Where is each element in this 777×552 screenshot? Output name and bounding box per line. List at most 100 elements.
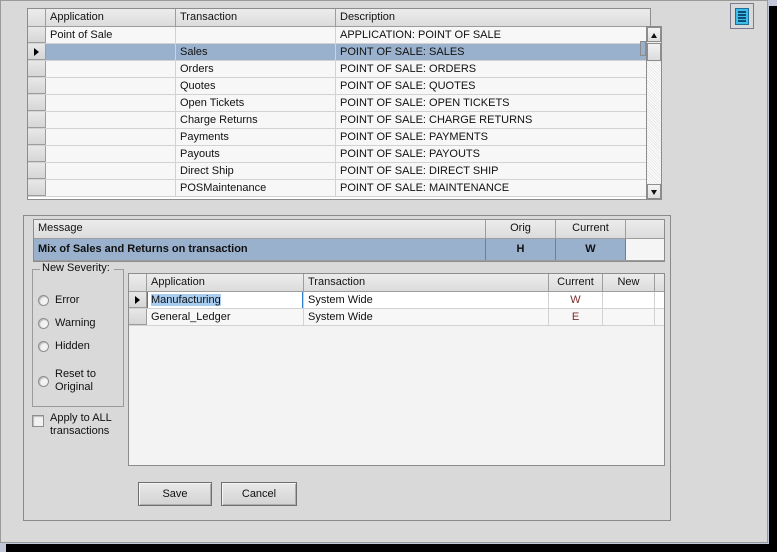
cell-application[interactable] xyxy=(46,61,176,77)
cell-application[interactable] xyxy=(46,78,176,94)
cell-transaction[interactable]: Payouts xyxy=(176,146,336,162)
cell-filler xyxy=(655,309,664,325)
cell-description[interactable]: POINT OF SALE: OPEN TICKETS xyxy=(336,95,650,111)
column-header-orig[interactable]: Orig xyxy=(486,220,556,238)
window-shadow-bottom xyxy=(6,544,777,552)
cell-description[interactable]: POINT OF SALE: CHARGE RETURNS xyxy=(336,112,650,128)
row-selector[interactable] xyxy=(129,309,147,325)
list-menu-button[interactable] xyxy=(730,3,754,29)
cell-current[interactable]: W xyxy=(549,292,603,308)
application-window: Application Transaction Description Poin… xyxy=(0,0,768,543)
cell-description[interactable]: POINT OF SALE: QUOTES xyxy=(336,78,650,94)
cell-application[interactable] xyxy=(46,112,176,128)
cell-description[interactable]: POINT OF SALE: DIRECT SHIP xyxy=(336,163,650,179)
cell-transaction[interactable]: Direct Ship xyxy=(176,163,336,179)
cell-application[interactable]: Point of Sale xyxy=(46,27,176,43)
cell-description[interactable]: POINT OF SALE: PAYMENTS xyxy=(336,129,650,145)
row-selector[interactable] xyxy=(129,292,147,308)
table-row[interactable]: Point of Sale APPLICATION: POINT OF SALE xyxy=(28,27,650,44)
row-selector[interactable] xyxy=(28,129,46,145)
cell-current[interactable]: W xyxy=(556,239,626,260)
column-header-description[interactable]: Description xyxy=(336,9,650,26)
cell-description[interactable]: APPLICATION: POINT OF SALE xyxy=(336,27,650,43)
cell-transaction[interactable]: System Wide xyxy=(304,292,549,308)
cell-transaction[interactable]: Charge Returns xyxy=(176,112,336,128)
table-row[interactable]: Sales POINT OF SALE: SALES xyxy=(28,44,650,61)
row-selector[interactable] xyxy=(28,95,46,111)
table-row[interactable]: Direct Ship POINT OF SALE: DIRECT SHIP xyxy=(28,163,650,180)
table-row[interactable]: Payments POINT OF SALE: PAYMENTS xyxy=(28,129,650,146)
table-row[interactable]: Payouts POINT OF SALE: PAYOUTS xyxy=(28,146,650,163)
scrollbar-track[interactable] xyxy=(647,62,661,184)
cell-transaction[interactable]: Sales xyxy=(176,44,336,60)
cell-description[interactable]: POINT OF SALE: PAYOUTS xyxy=(336,146,650,162)
cell-application[interactable] xyxy=(46,129,176,145)
row-selector-header xyxy=(129,274,147,291)
top-grid-scrollbar[interactable] xyxy=(646,26,662,200)
cell-message[interactable]: Mix of Sales and Returns on transaction xyxy=(34,239,486,260)
radio-severity-error[interactable]: Error xyxy=(38,294,79,307)
table-row[interactable]: Manufacturing System Wide W xyxy=(129,292,664,309)
cell-transaction[interactable]: System Wide xyxy=(304,309,549,325)
scrollbar-thumb[interactable] xyxy=(647,43,661,61)
application-transaction-grid[interactable]: Application Transaction Description Poin… xyxy=(27,8,651,200)
table-row[interactable]: Open Tickets POINT OF SALE: OPEN TICKETS xyxy=(28,95,650,112)
message-grid[interactable]: Message Orig Current Mix of Sales and Re… xyxy=(33,219,665,262)
table-row[interactable]: Charge Returns POINT OF SALE: CHARGE RET… xyxy=(28,112,650,129)
column-header-transaction[interactable]: Transaction xyxy=(176,9,336,26)
row-selector[interactable] xyxy=(28,163,46,179)
table-row[interactable]: Quotes POINT OF SALE: QUOTES xyxy=(28,78,650,95)
cell-application[interactable] xyxy=(46,180,176,196)
cell-application[interactable] xyxy=(46,44,176,60)
cell-transaction[interactable]: Orders xyxy=(176,61,336,77)
row-selector[interactable] xyxy=(28,180,46,196)
column-header-application[interactable]: Application xyxy=(147,274,304,291)
cell-transaction[interactable]: POSMaintenance xyxy=(176,180,336,196)
cell-transaction[interactable]: Payments xyxy=(176,129,336,145)
cell-description[interactable]: POINT OF SALE: SALES xyxy=(336,44,650,60)
cell-new[interactable] xyxy=(603,292,655,308)
radio-severity-warning[interactable]: Warning xyxy=(38,317,96,330)
row-selector[interactable] xyxy=(28,27,46,43)
new-severity-legend: New Severity: xyxy=(40,262,114,274)
scroll-down-button[interactable] xyxy=(647,184,661,199)
row-selector[interactable] xyxy=(28,44,46,60)
table-row[interactable]: POSMaintenance POINT OF SALE: MAINTENANC… xyxy=(28,180,650,197)
table-row[interactable]: Orders POINT OF SALE: ORDERS xyxy=(28,61,650,78)
radio-severity-hidden[interactable]: Hidden xyxy=(38,340,90,353)
cell-new[interactable] xyxy=(603,309,655,325)
message-grid-header: Message Orig Current xyxy=(34,220,664,239)
column-header-current[interactable]: Current xyxy=(549,274,603,291)
row-selector[interactable] xyxy=(28,146,46,162)
cell-application[interactable]: General_Ledger xyxy=(147,309,304,325)
radio-severity-reset-to-original[interactable]: Reset to Original xyxy=(38,368,107,394)
row-selector[interactable] xyxy=(28,112,46,128)
scroll-up-button[interactable] xyxy=(647,27,661,42)
apply-to-all-transactions-checkbox[interactable]: Apply to ALL transactions xyxy=(32,412,124,438)
table-row[interactable]: Mix of Sales and Returns on transaction … xyxy=(34,239,664,261)
cell-transaction[interactable]: Quotes xyxy=(176,78,336,94)
table-row[interactable]: General_Ledger System Wide E xyxy=(129,309,664,326)
top-grid-header: Application Transaction Description xyxy=(28,9,650,27)
application-edit-input[interactable]: Manufacturing xyxy=(147,292,303,308)
cell-application[interactable] xyxy=(46,163,176,179)
cell-application[interactable] xyxy=(46,146,176,162)
cell-description[interactable]: POINT OF SALE: MAINTENANCE xyxy=(336,180,650,196)
cell-current[interactable]: E xyxy=(549,309,603,325)
cell-orig[interactable]: H xyxy=(486,239,556,260)
cell-transaction[interactable]: Open Tickets xyxy=(176,95,336,111)
row-selector[interactable] xyxy=(28,78,46,94)
cell-application-editor[interactable]: Manufacturing xyxy=(147,292,304,308)
cell-application[interactable] xyxy=(46,95,176,111)
cancel-button[interactable]: Cancel xyxy=(221,482,297,506)
row-selector[interactable] xyxy=(28,61,46,77)
cell-transaction[interactable] xyxy=(176,27,336,43)
column-header-application[interactable]: Application xyxy=(46,9,176,26)
column-header-new[interactable]: New xyxy=(603,274,655,291)
save-button[interactable]: Save xyxy=(138,482,212,506)
cell-description[interactable]: POINT OF SALE: ORDERS xyxy=(336,61,650,77)
column-header-current[interactable]: Current xyxy=(556,220,626,238)
column-header-message[interactable]: Message xyxy=(34,220,486,238)
override-grid[interactable]: Application Transaction Current New Manu… xyxy=(128,273,665,466)
column-header-transaction[interactable]: Transaction xyxy=(304,274,549,291)
